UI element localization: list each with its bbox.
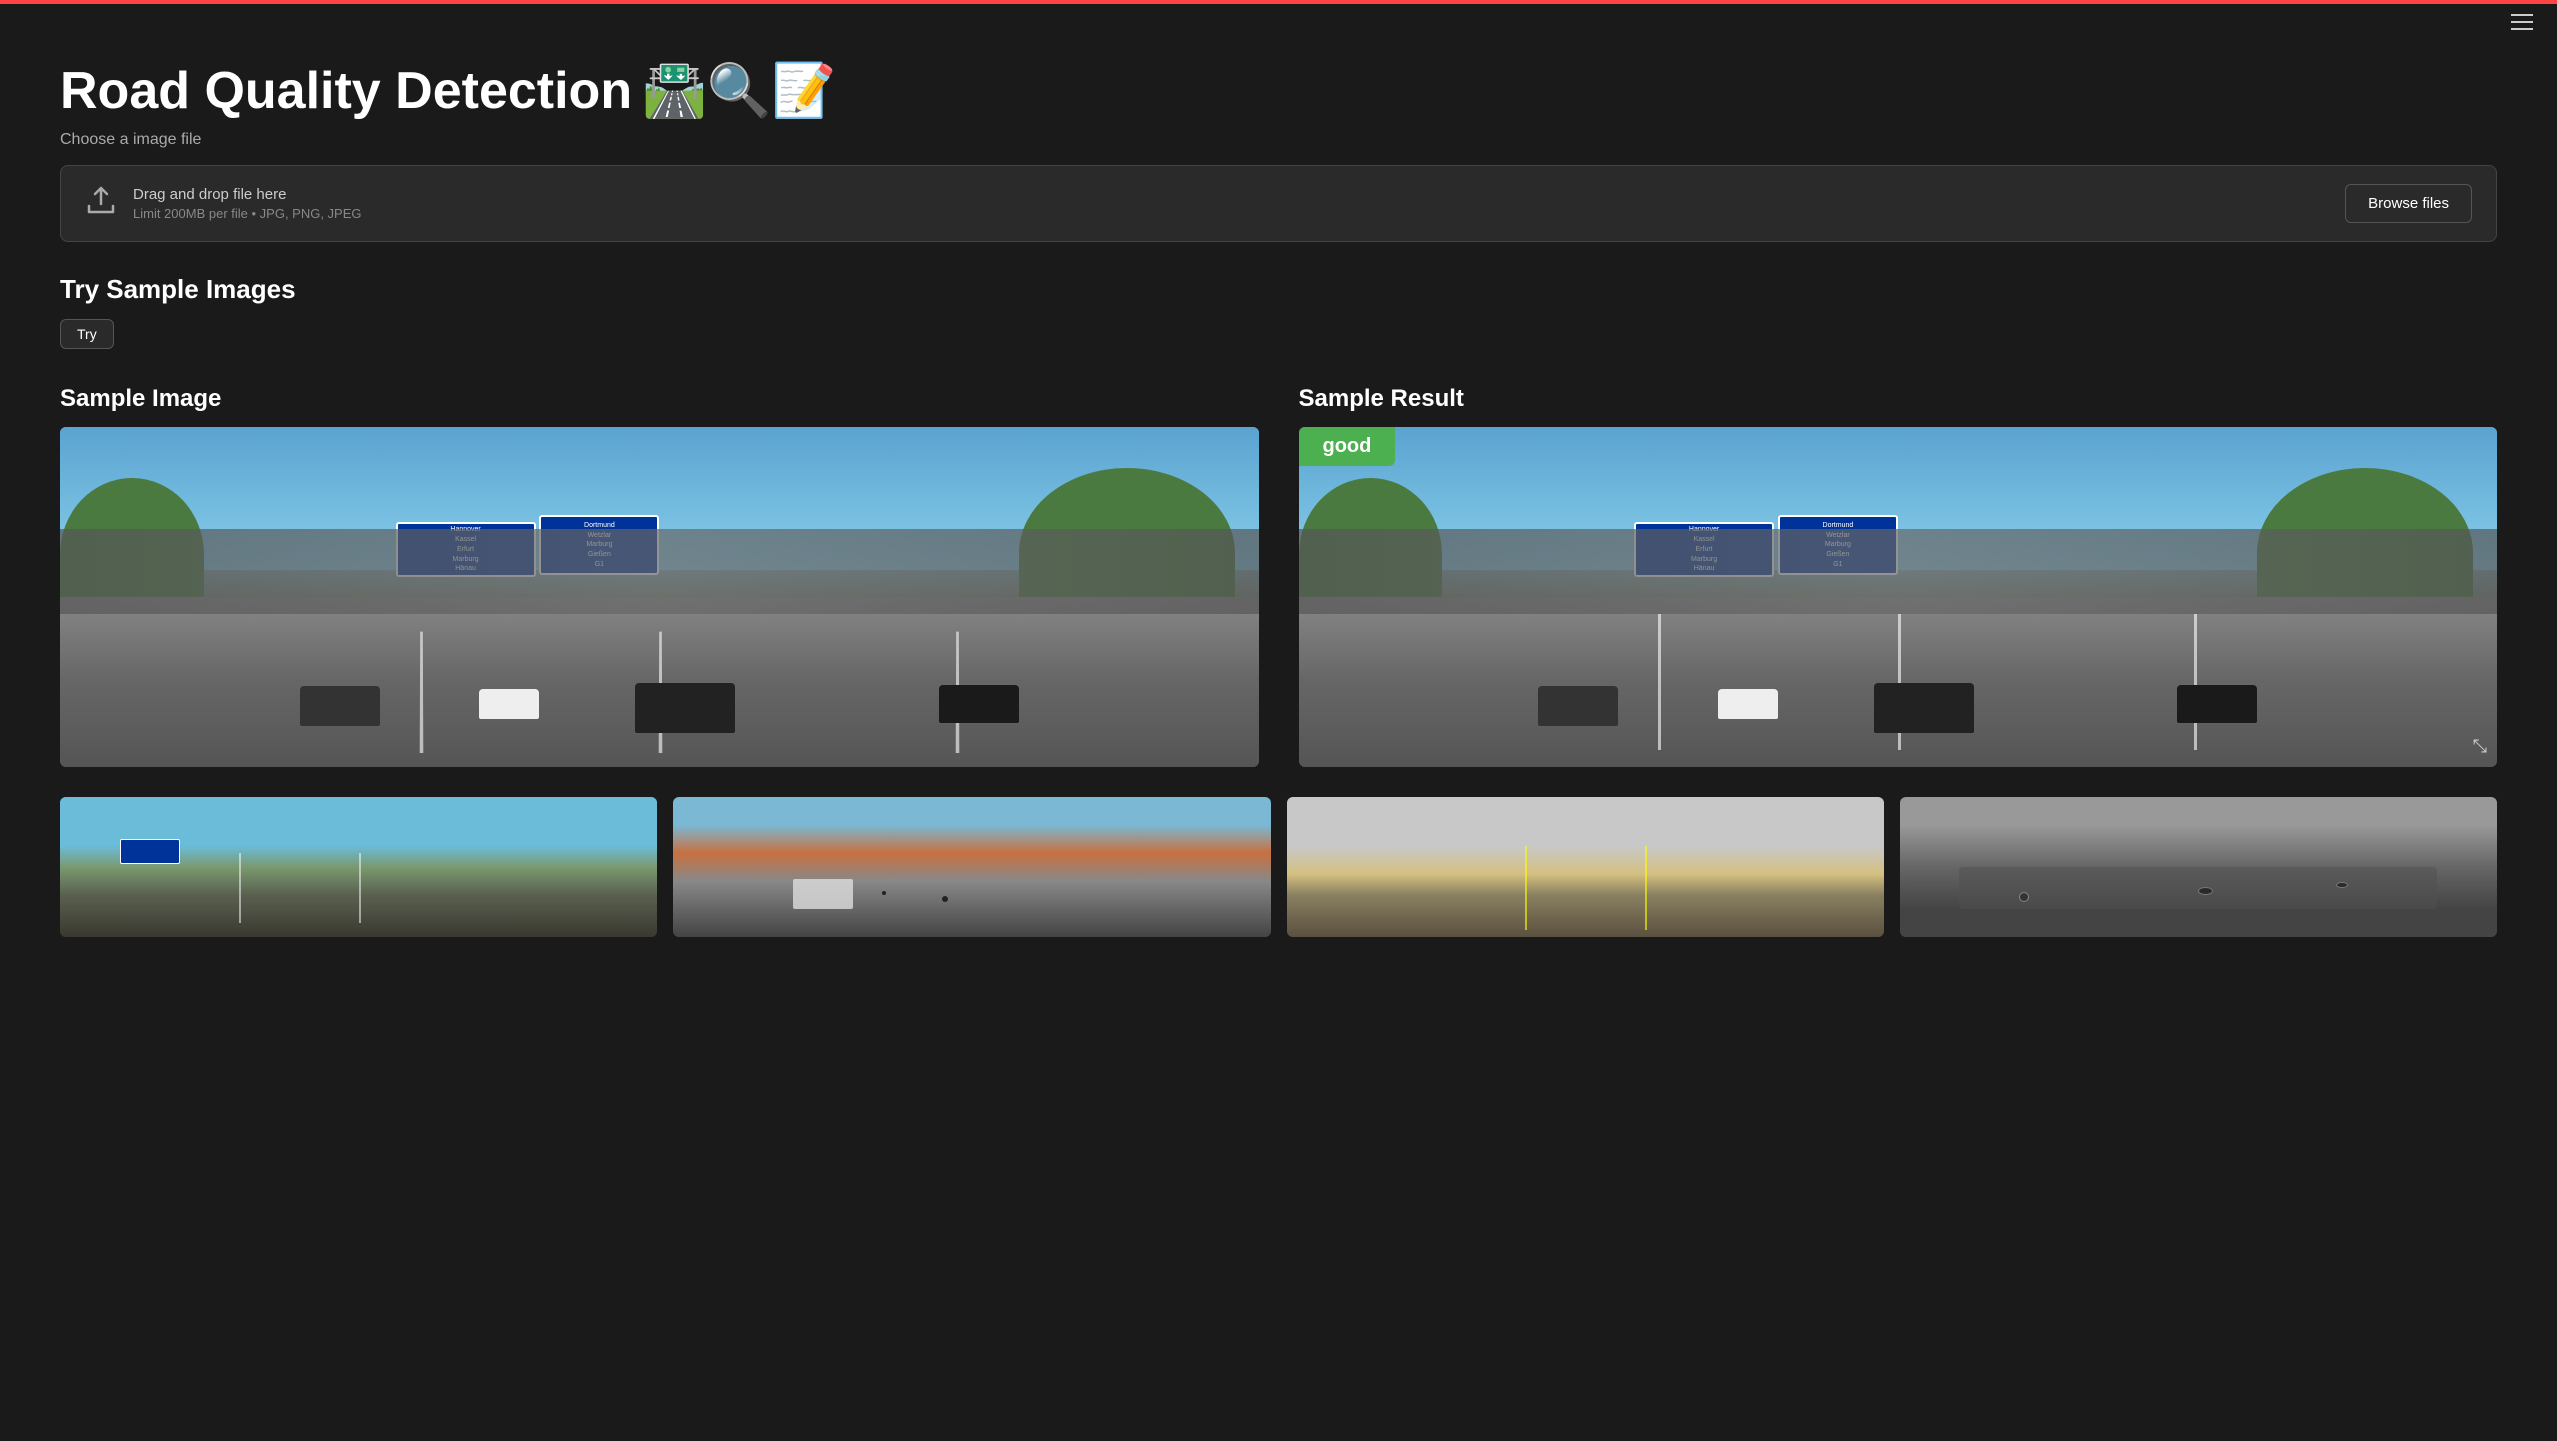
page-title-emojis: 🛣️🔍📝 (642, 60, 836, 121)
page-title: Road Quality Detection 🛣️🔍📝 (60, 60, 2497, 121)
top-bar (0, 0, 2557, 4)
sample-image-title: Sample Image (60, 385, 1259, 413)
upload-text: Drag and drop file here Limit 200MB per … (133, 186, 362, 221)
hamburger-line-2 (2511, 21, 2533, 23)
images-row: Sample Image (60, 385, 2497, 767)
thumbnail-3[interactable] (1287, 797, 1884, 937)
upload-left: Drag and drop file here Limit 200MB per … (85, 184, 362, 223)
upload-limit-text: Limit 200MB per file • JPG, PNG, JPEG (133, 206, 362, 221)
upload-drag-text: Drag and drop file here (133, 186, 362, 203)
hamburger-line-1 (2511, 14, 2533, 16)
expand-icon[interactable]: ⤡ (2473, 736, 2487, 757)
page-title-text: Road Quality Detection (60, 61, 632, 121)
sample-result-container: HannoverKasselErfurtMarburgHänau Dortmun… (1299, 427, 2498, 767)
sample-result-section: Sample Result Hann (1299, 385, 2498, 767)
try-button[interactable]: Try (60, 319, 114, 349)
thumbnail-1[interactable] (60, 797, 657, 937)
thumbnail-4[interactable] (1900, 797, 2497, 937)
browse-files-button[interactable]: Browse files (2345, 184, 2472, 223)
sample-section-title: Try Sample Images (60, 274, 2497, 305)
hamburger-line-3 (2511, 28, 2533, 30)
upload-dropzone[interactable]: Drag and drop file here Limit 200MB per … (60, 165, 2497, 242)
upload-icon (85, 184, 117, 223)
hamburger-button[interactable] (2511, 14, 2533, 30)
sample-image-section: Sample Image (60, 385, 1259, 767)
sample-image-container: HannoverKasselErfurtMarburgHänau Dortmun… (60, 427, 1259, 767)
main-content: Road Quality Detection 🛣️🔍📝 Choose a ima… (0, 0, 2557, 977)
thumbnail-row (60, 797, 2497, 937)
sample-image-road-scene: HannoverKasselErfurtMarburgHänau Dortmun… (60, 427, 1259, 767)
sample-result-title: Sample Result (1299, 385, 2498, 413)
result-badge: good (1299, 427, 1396, 466)
sample-result-road-scene: HannoverKasselErfurtMarburgHänau Dortmun… (1299, 427, 2498, 767)
page-subtitle: Choose a image file (60, 131, 2497, 149)
thumbnail-2[interactable] (673, 797, 1270, 937)
